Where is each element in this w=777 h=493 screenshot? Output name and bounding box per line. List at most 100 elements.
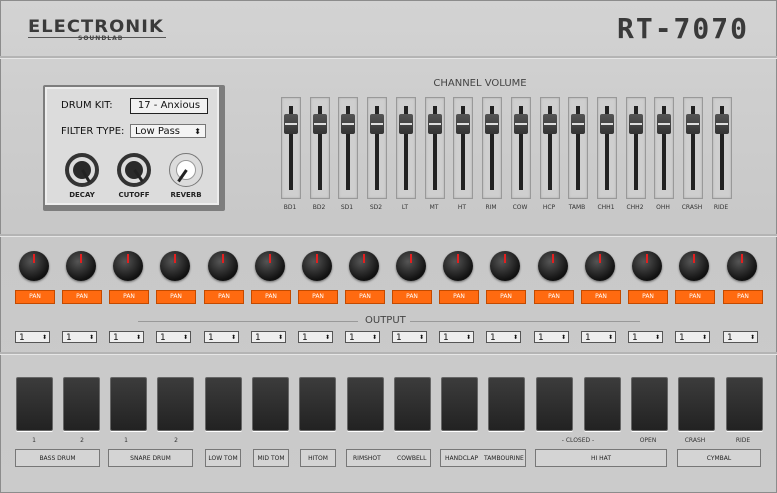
pan-button[interactable]: PAN <box>392 290 432 304</box>
output-select[interactable]: 1 ⬍ <box>675 331 710 343</box>
pan-button[interactable]: PAN <box>486 290 526 304</box>
output-select[interactable]: 1 ⬍ <box>534 331 569 343</box>
output-select[interactable]: 1 ⬍ <box>723 331 758 343</box>
volume-fader-ride[interactable] <box>712 97 732 199</box>
volume-fader-chh1[interactable] <box>597 97 617 199</box>
drum-pad[interactable] <box>584 377 621 431</box>
pan-knob[interactable] <box>538 251 568 281</box>
output-select[interactable]: 1 ⬍ <box>581 331 616 343</box>
bass-drum-button[interactable]: BASS DRUM <box>15 449 100 467</box>
pan-knob[interactable] <box>255 251 285 281</box>
fader-handle[interactable] <box>284 114 298 134</box>
pan-button[interactable]: PAN <box>62 290 102 304</box>
low-tom-button[interactable]: LOW TOM <box>205 449 241 467</box>
pan-knob[interactable] <box>349 251 379 281</box>
pan-button[interactable]: PAN <box>675 290 715 304</box>
pan-knob[interactable] <box>396 251 426 281</box>
output-select[interactable]: 1 ⬍ <box>109 331 144 343</box>
output-select[interactable]: 1 ⬍ <box>486 331 521 343</box>
pan-knob[interactable] <box>113 251 143 281</box>
drum-pad[interactable] <box>726 377 763 431</box>
pan-knob[interactable] <box>632 251 662 281</box>
volume-fader-crash[interactable] <box>683 97 703 199</box>
drum-pad[interactable] <box>678 377 715 431</box>
pan-button[interactable]: PAN <box>439 290 479 304</box>
fader-handle[interactable] <box>514 114 528 134</box>
drum-pad[interactable] <box>299 377 336 431</box>
fader-handle[interactable] <box>657 114 671 134</box>
drum-pad[interactable] <box>252 377 289 431</box>
pan-button[interactable]: PAN <box>628 290 668 304</box>
pan-knob[interactable] <box>443 251 473 281</box>
volume-fader-chh2[interactable] <box>626 97 646 199</box>
pan-knob[interactable] <box>490 251 520 281</box>
drum-pad[interactable] <box>16 377 53 431</box>
volume-fader-ohh[interactable] <box>654 97 674 199</box>
snare-drum-button[interactable]: SNARE DRUM <box>108 449 193 467</box>
output-select[interactable]: 1 ⬍ <box>628 331 663 343</box>
volume-fader-bd2[interactable] <box>310 97 330 199</box>
decay-knob[interactable] <box>65 153 99 187</box>
fader-handle[interactable] <box>715 114 729 134</box>
drum-pad[interactable] <box>488 377 525 431</box>
output-select[interactable]: 1 ⬍ <box>156 331 191 343</box>
fader-handle[interactable] <box>543 114 557 134</box>
fader-handle[interactable] <box>313 114 327 134</box>
pan-knob[interactable] <box>679 251 709 281</box>
volume-fader-cow[interactable] <box>511 97 531 199</box>
drum-pad[interactable] <box>394 377 431 431</box>
handclap-tambourine-button[interactable]: HANDCLAP TAMBOURINE <box>440 449 526 467</box>
output-select[interactable]: 1 ⬍ <box>345 331 380 343</box>
volume-fader-rim[interactable] <box>482 97 502 199</box>
pan-button[interactable]: PAN <box>156 290 196 304</box>
drum-pad[interactable] <box>631 377 668 431</box>
drum-pad[interactable] <box>110 377 147 431</box>
pan-knob[interactable] <box>66 251 96 281</box>
hi-tom-button[interactable]: HITOM <box>300 449 336 467</box>
pan-button[interactable]: PAN <box>15 290 55 304</box>
volume-fader-hcp[interactable] <box>540 97 560 199</box>
filter-type-select[interactable]: Low Pass ⬍ <box>130 124 206 138</box>
cutoff-knob[interactable] <box>117 153 151 187</box>
hi-hat-button[interactable]: HI HAT <box>535 449 667 467</box>
pan-knob[interactable] <box>727 251 757 281</box>
pan-button[interactable]: PAN <box>534 290 574 304</box>
pan-button[interactable]: PAN <box>251 290 291 304</box>
pan-button[interactable]: PAN <box>581 290 621 304</box>
fader-handle[interactable] <box>399 114 413 134</box>
drum-pad[interactable] <box>157 377 194 431</box>
output-select[interactable]: 1 ⬍ <box>298 331 333 343</box>
volume-fader-ht[interactable] <box>453 97 473 199</box>
output-select[interactable]: 1 ⬍ <box>15 331 50 343</box>
fader-handle[interactable] <box>485 114 499 134</box>
volume-fader-bd1[interactable] <box>281 97 301 199</box>
pan-knob[interactable] <box>302 251 332 281</box>
drum-pad[interactable] <box>347 377 384 431</box>
drum-pad[interactable] <box>63 377 100 431</box>
fader-handle[interactable] <box>456 114 470 134</box>
fader-handle[interactable] <box>629 114 643 134</box>
pan-button[interactable]: PAN <box>204 290 244 304</box>
volume-fader-sd1[interactable] <box>338 97 358 199</box>
output-select[interactable]: 1 ⬍ <box>62 331 97 343</box>
fader-handle[interactable] <box>341 114 355 134</box>
pan-knob[interactable] <box>160 251 190 281</box>
drum-pad[interactable] <box>441 377 478 431</box>
mid-tom-button[interactable]: MID TOM <box>253 449 289 467</box>
drum-kit-field[interactable]: 17 - Anxious <box>130 98 208 114</box>
drum-pad[interactable] <box>205 377 242 431</box>
pan-knob[interactable] <box>585 251 615 281</box>
output-select[interactable]: 1 ⬍ <box>251 331 286 343</box>
fader-handle[interactable] <box>686 114 700 134</box>
pan-button[interactable]: PAN <box>345 290 385 304</box>
volume-fader-mt[interactable] <box>425 97 445 199</box>
pan-knob[interactable] <box>208 251 238 281</box>
output-select[interactable]: 1 ⬍ <box>204 331 239 343</box>
output-select[interactable]: 1 ⬍ <box>439 331 474 343</box>
pan-button[interactable]: PAN <box>298 290 338 304</box>
drum-pad[interactable] <box>536 377 573 431</box>
volume-fader-tamb[interactable] <box>568 97 588 199</box>
rimshot-cowbell-button[interactable]: RIMSHOT COWBELL <box>346 449 431 467</box>
output-select[interactable]: 1 ⬍ <box>392 331 427 343</box>
pan-button[interactable]: PAN <box>723 290 763 304</box>
